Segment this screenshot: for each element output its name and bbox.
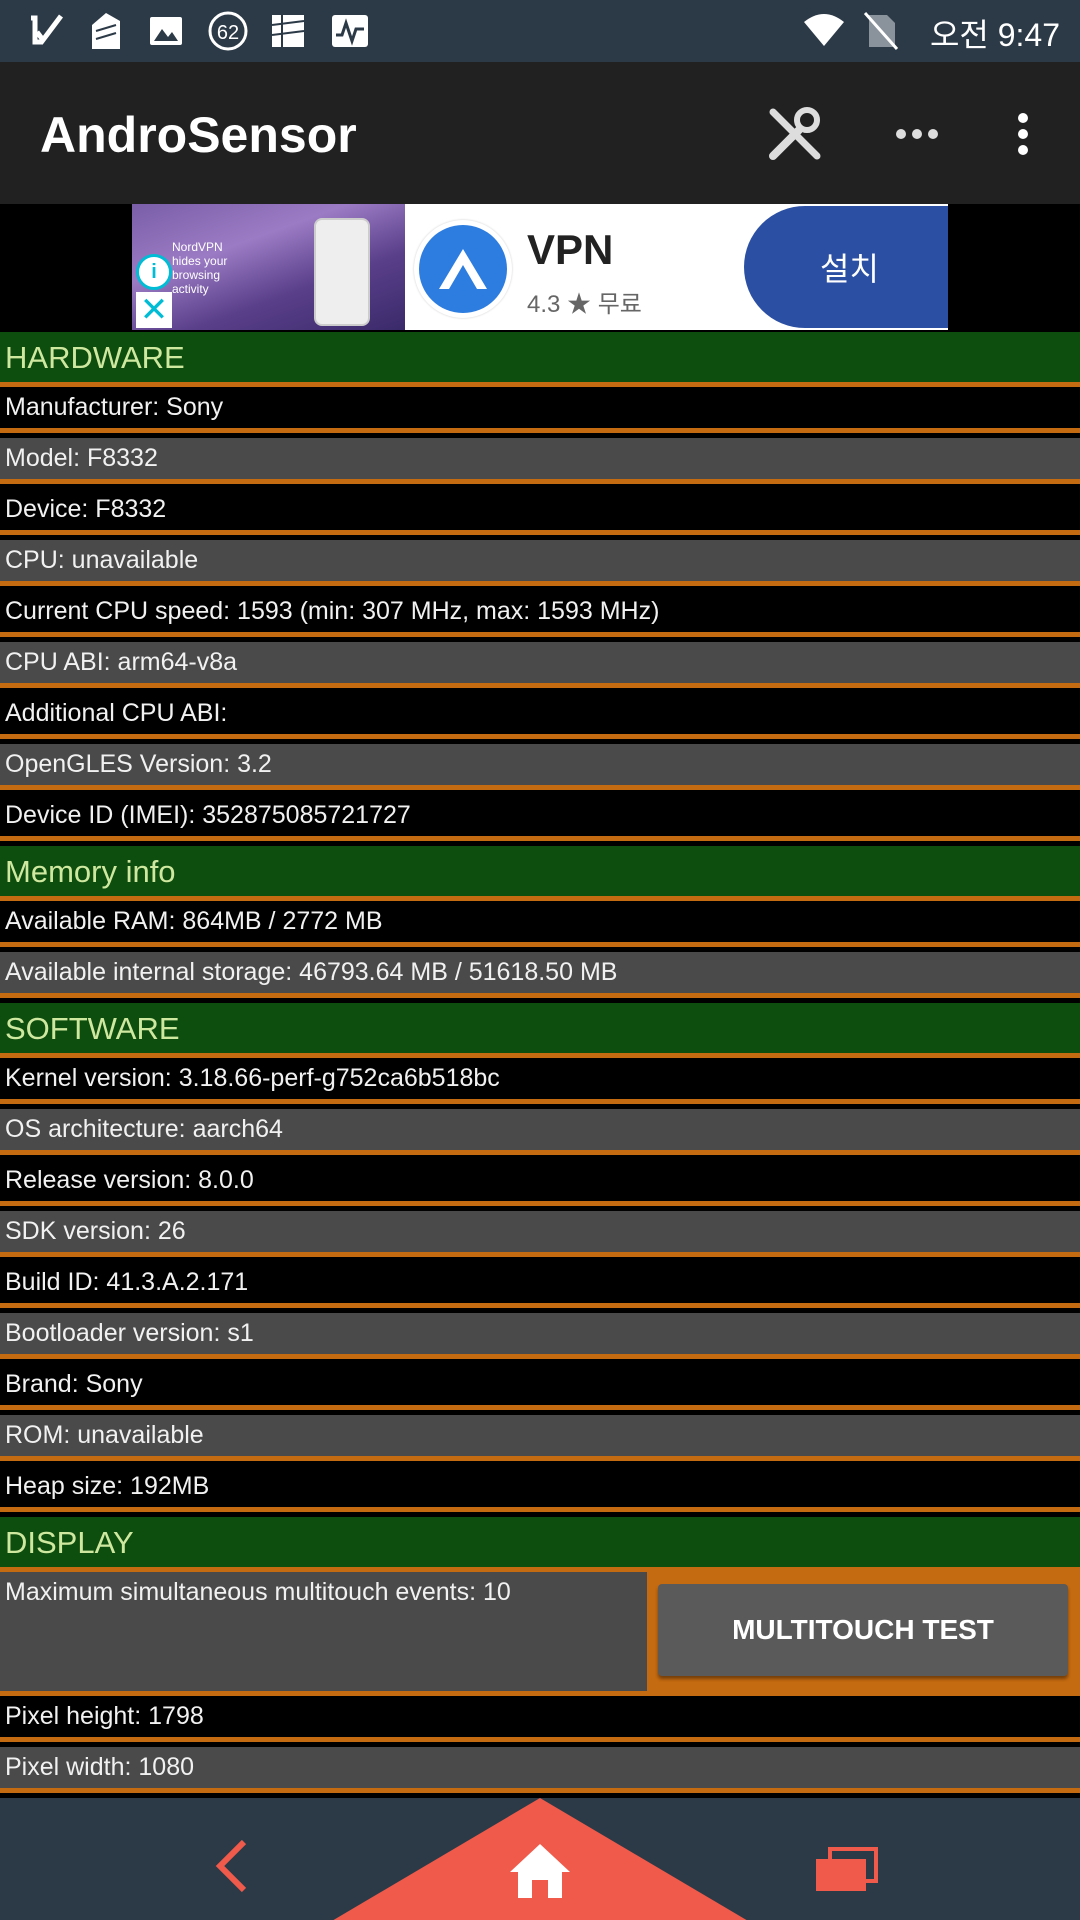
info-row: Additional CPU ABI: (0, 693, 1080, 739)
info-row: SDK version: 26 (0, 1211, 1080, 1257)
ad-area: NordVPN hides your browsing activity i ✕… (0, 204, 1080, 332)
phone-mockup-icon (314, 218, 370, 326)
badge-icon: 62 (204, 8, 252, 54)
info-row: Pixel height: 1798 (0, 1696, 1080, 1742)
document-icon (82, 8, 130, 54)
multitouch-info: Maximum simultaneous multitouch events: … (0, 1572, 647, 1691)
info-row: Build ID: 41.3.A.2.171 (0, 1262, 1080, 1308)
info-row: Kernel version: 3.18.66-perf-g752ca6b518… (0, 1058, 1080, 1104)
wifi-icon (800, 8, 848, 54)
section-header: DISPLAY (0, 1517, 1080, 1572)
ad-image[interactable]: NordVPN hides your browsing activity (132, 204, 405, 330)
home-icon[interactable] (500, 1836, 580, 1906)
info-row: Available RAM: 864MB / 2772 MB (0, 901, 1080, 947)
status-time: 오전 9:47 (929, 17, 1060, 53)
checkmark-icon (22, 8, 70, 54)
info-row: Available internal storage: 46793.64 MB … (0, 952, 1080, 998)
more-horizontal-icon[interactable] (882, 102, 952, 166)
section-header: Memory info (0, 846, 1080, 901)
app-title: AndroSensor (40, 107, 357, 163)
sim-icon (264, 8, 312, 54)
info-row: CPU: unavailable (0, 540, 1080, 586)
badge-count: 62 (217, 22, 239, 44)
ad-close-icon[interactable]: ✕ (136, 292, 172, 328)
info-row: Release version: 8.0.0 (0, 1160, 1080, 1206)
info-row: Device: F8332 (0, 489, 1080, 535)
info-row: Brand: Sony (0, 1364, 1080, 1410)
info-row: OpenGLES Version: 3.2 (0, 744, 1080, 790)
info-row: Heap size: 192MB (0, 1466, 1080, 1512)
info-row: Bootloader version: s1 (0, 1313, 1080, 1359)
info-row: Manufacturer: Sony (0, 387, 1080, 433)
navigation-bar (0, 1798, 1080, 1920)
activity-icon (326, 8, 374, 54)
info-list[interactable]: HARDWARE Manufacturer: Sony Model: F8332 De… (0, 332, 1080, 1798)
ad-rating: 4.3 ★ 무료 (527, 291, 642, 318)
more-vertical-icon[interactable] (988, 102, 1058, 166)
vpn-logo-icon (414, 220, 512, 318)
info-row: CPU ABI: arm64-v8a (0, 642, 1080, 688)
ad-banner[interactable]: NordVPN hides your browsing activity i ✕… (132, 204, 948, 330)
status-bar: 62 오전 9:47 (0, 0, 1080, 62)
info-row: Pixel width: 1080 (0, 1747, 1080, 1793)
multitouch-row: Maximum simultaneous multitouch events: … (0, 1572, 1080, 1696)
ad-info-icon[interactable]: i (136, 254, 172, 290)
info-row: ROM: unavailable (0, 1415, 1080, 1461)
info-row: Current CPU speed: 1593 (min: 307 MHz, m… (0, 591, 1080, 637)
info-row: Device ID (IMEI): 352875085721727 (0, 795, 1080, 841)
section-header: HARDWARE (0, 332, 1080, 387)
section-header: SOFTWARE (0, 1003, 1080, 1058)
info-row: OS architecture: aarch64 (0, 1109, 1080, 1155)
multitouch-test-button[interactable]: MULTITOUCH TEST (658, 1584, 1068, 1676)
ad-app-name: VPN (527, 226, 614, 273)
ad-install-button[interactable]: 설치 (744, 206, 948, 328)
info-row: Model: F8332 (0, 438, 1080, 484)
ad-image-text: NordVPN hides your browsing activity (172, 240, 228, 296)
tools-icon[interactable] (760, 102, 830, 166)
back-icon[interactable] (200, 1834, 264, 1898)
app-bar: AndroSensor (0, 62, 1080, 204)
no-sim-icon (857, 8, 905, 54)
recents-icon[interactable] (810, 1838, 882, 1902)
image-icon (142, 8, 190, 54)
